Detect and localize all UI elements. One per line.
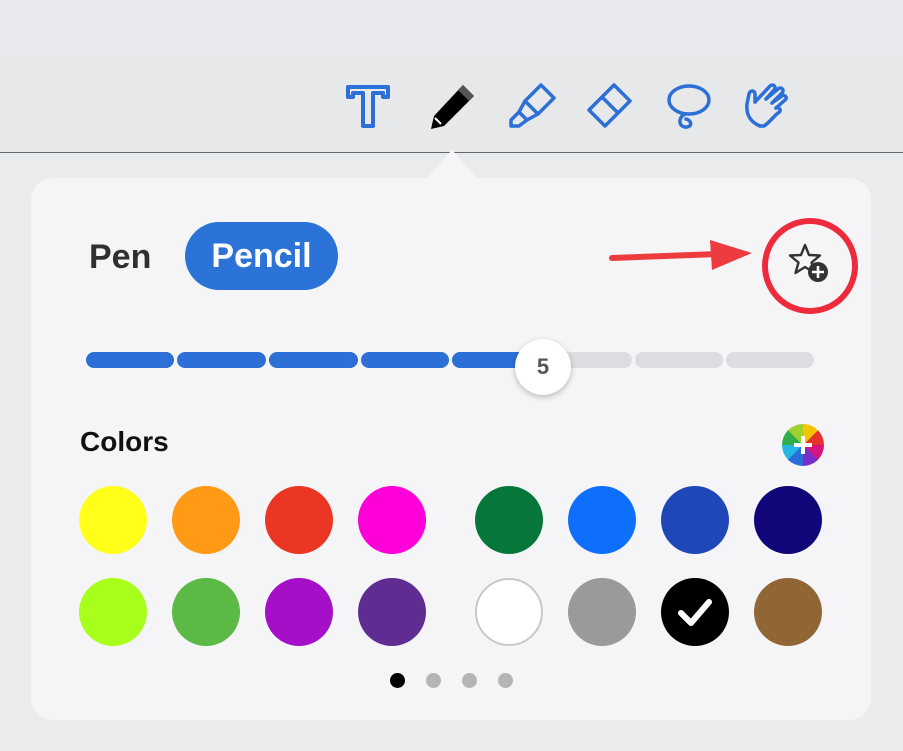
pencil-settings-panel: Pen Pencil 5 Colors: [31, 178, 871, 720]
page-dot[interactable]: [390, 673, 405, 688]
color-swatch[interactable]: [568, 578, 636, 646]
color-swatch[interactable]: [172, 486, 240, 554]
page-dot[interactable]: [498, 673, 513, 688]
color-swatch[interactable]: [79, 486, 147, 554]
color-swatch[interactable]: [79, 578, 147, 646]
eraser-tool-icon[interactable]: [581, 78, 637, 134]
page-dot[interactable]: [462, 673, 477, 688]
color-swatch[interactable]: [475, 578, 543, 646]
color-swatch[interactable]: [568, 486, 636, 554]
color-swatch[interactable]: [754, 578, 822, 646]
color-swatch[interactable]: [661, 486, 729, 554]
slider-segment: [269, 352, 358, 368]
color-swatch[interactable]: [358, 486, 426, 554]
slider-segment: [726, 352, 814, 368]
slider-segment: [177, 352, 266, 368]
add-favorite-button[interactable]: [762, 218, 858, 314]
color-swatch[interactable]: [661, 578, 729, 646]
hand-tool-icon[interactable]: [740, 78, 796, 134]
tab-pen[interactable]: Pen: [89, 228, 151, 286]
top-bar: [0, 0, 903, 58]
pencil-tool-icon[interactable]: [425, 78, 481, 134]
color-swatch[interactable]: [265, 578, 333, 646]
slider-segment: [86, 352, 174, 368]
lasso-tool-icon[interactable]: [661, 78, 717, 134]
tool-bar: [0, 58, 903, 153]
color-swatch[interactable]: [358, 578, 426, 646]
color-swatch[interactable]: [172, 578, 240, 646]
color-swatch[interactable]: [265, 486, 333, 554]
text-tool-icon[interactable]: [340, 78, 396, 134]
thickness-slider[interactable]: 5: [86, 339, 816, 395]
popover-pointer: [425, 150, 479, 179]
thickness-slider-thumb[interactable]: 5: [515, 339, 571, 395]
color-swatch[interactable]: [754, 486, 822, 554]
tab-pencil[interactable]: Pencil: [185, 222, 338, 290]
color-swatch[interactable]: [475, 486, 543, 554]
page-dot[interactable]: [426, 673, 441, 688]
star-plus-icon: [788, 243, 828, 282]
highlighter-tool-icon[interactable]: [505, 78, 561, 134]
annotation-arrow: [609, 240, 752, 270]
checkmark-icon: [678, 599, 712, 626]
color-wheel-plus-icon[interactable]: [782, 424, 824, 466]
slider-segment: [361, 352, 449, 368]
slider-segment: [635, 352, 723, 368]
colors-heading: Colors: [80, 426, 169, 457]
